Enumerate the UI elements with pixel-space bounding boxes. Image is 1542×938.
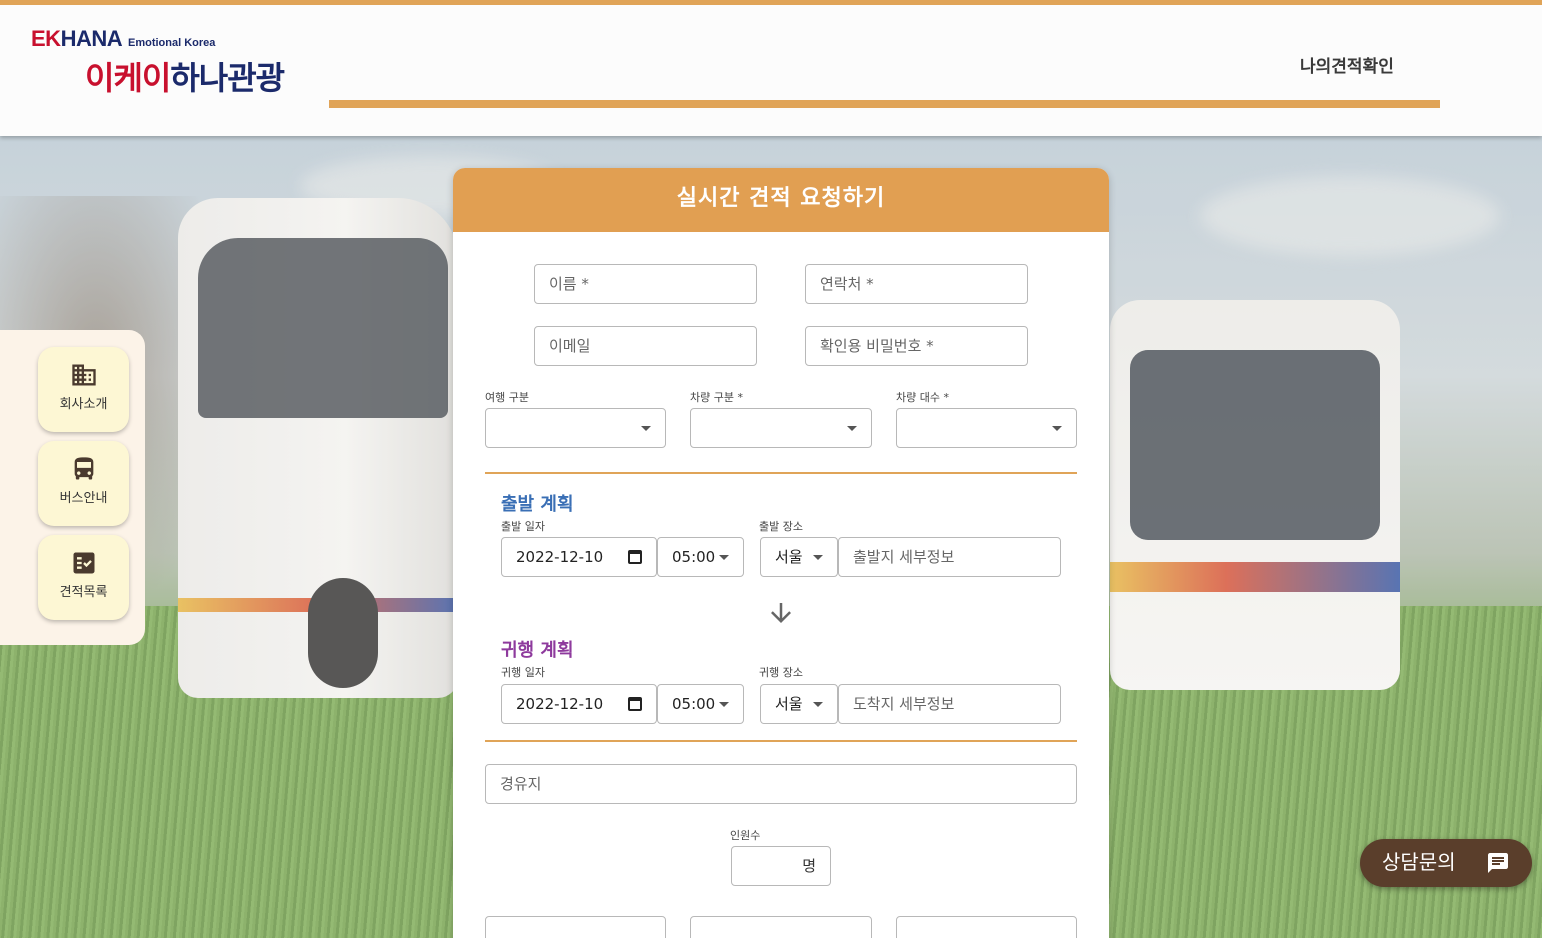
arrow-down-icon — [771, 603, 791, 623]
return-place-label: 귀행 장소 — [759, 666, 803, 679]
trip-type-select[interactable] — [485, 408, 666, 448]
return-section-title: 귀행 계획 — [501, 640, 574, 661]
headcount-label: 인원수 — [730, 829, 761, 842]
return-time-select[interactable]: 05:00 — [657, 684, 744, 724]
divider — [485, 472, 1077, 474]
sidebar-item-label: 견적목록 — [59, 585, 108, 600]
departure-region-select[interactable]: 서울 — [760, 537, 838, 577]
headcount-unit: 명 — [802, 857, 816, 875]
departure-detail-input[interactable]: 출발지 세부정보 — [838, 537, 1061, 577]
sidebar-item-label: 회사소개 — [59, 397, 108, 412]
chevron-down-icon — [719, 702, 729, 707]
phone-field[interactable]: 연락처 * — [805, 264, 1028, 304]
building-icon — [71, 364, 96, 386]
departure-date-label: 출발 일자 — [501, 520, 545, 533]
calendar-icon[interactable] — [628, 550, 642, 564]
sidebar-item-company[interactable]: 회사소개 — [38, 347, 129, 432]
nav-underline — [329, 100, 1440, 108]
chevron-down-icon — [641, 426, 651, 431]
chevron-down-icon — [719, 555, 729, 560]
name-field[interactable]: 이름 * — [534, 264, 757, 304]
chat-consult-button[interactable]: 상담문의 — [1360, 839, 1532, 887]
sidebar-item-label: 버스안내 — [59, 491, 108, 506]
chat-label: 상담문의 — [1382, 850, 1456, 874]
sidebar-item-bus[interactable]: 버스안내 — [38, 441, 129, 526]
email-field[interactable]: 이메일 — [534, 326, 757, 366]
return-date-input[interactable]: 2022-12-10 — [501, 684, 657, 724]
vehicle-count-label: 차량 대수 * — [896, 391, 949, 404]
extra-select-3[interactable] — [896, 916, 1077, 938]
quote-request-form: 실시간 견적 요청하기 이름 * 연락처 * 이메일 확인용 비밀번호 * 여행… — [453, 168, 1109, 938]
divider — [485, 740, 1077, 742]
site-header: EKHANA Emotional Korea 이케이하나관광 나의견적확인 — [0, 0, 1542, 136]
vehicle-type-select[interactable] — [690, 408, 872, 448]
my-quote-link[interactable]: 나의견적확인 — [1300, 52, 1394, 77]
chevron-down-icon — [813, 702, 823, 707]
form-title: 실시간 견적 요청하기 — [453, 168, 1109, 232]
departure-date-input[interactable]: 2022-12-10 — [501, 537, 657, 577]
checklist-icon — [73, 552, 94, 574]
departure-section-title: 출발 계획 — [501, 494, 574, 515]
vehicle-type-label: 차량 구분 * — [690, 391, 743, 404]
logo-english: EKHANA — [31, 26, 123, 51]
chat-icon — [1488, 853, 1508, 873]
return-date-label: 귀행 일자 — [501, 666, 545, 679]
headcount-input[interactable]: 명 — [731, 846, 831, 886]
return-detail-input[interactable]: 도착지 세부정보 — [838, 684, 1061, 724]
chevron-down-icon — [813, 555, 823, 560]
bus-icon — [74, 457, 93, 480]
extra-select-2[interactable] — [690, 916, 872, 938]
vehicle-count-select[interactable] — [896, 408, 1077, 448]
return-region-select[interactable]: 서울 — [760, 684, 838, 724]
departure-time-select[interactable]: 05:00 — [657, 537, 744, 577]
logo-tagline: Emotional Korea — [128, 37, 216, 49]
trip-type-label: 여행 구분 — [485, 391, 529, 404]
sidebar: 회사소개 버스안내 견적목록 — [0, 330, 145, 645]
password-field[interactable]: 확인용 비밀번호 * — [805, 326, 1028, 366]
logo-korean: 이케이하나관광 — [85, 59, 285, 97]
calendar-icon[interactable] — [628, 697, 642, 711]
waypoint-input[interactable]: 경유지 — [485, 764, 1077, 804]
sidebar-item-quotes[interactable]: 견적목록 — [38, 535, 129, 620]
extra-select-1[interactable] — [485, 916, 666, 938]
chevron-down-icon — [847, 426, 857, 431]
chevron-down-icon — [1052, 426, 1062, 431]
departure-place-label: 출발 장소 — [759, 520, 803, 533]
